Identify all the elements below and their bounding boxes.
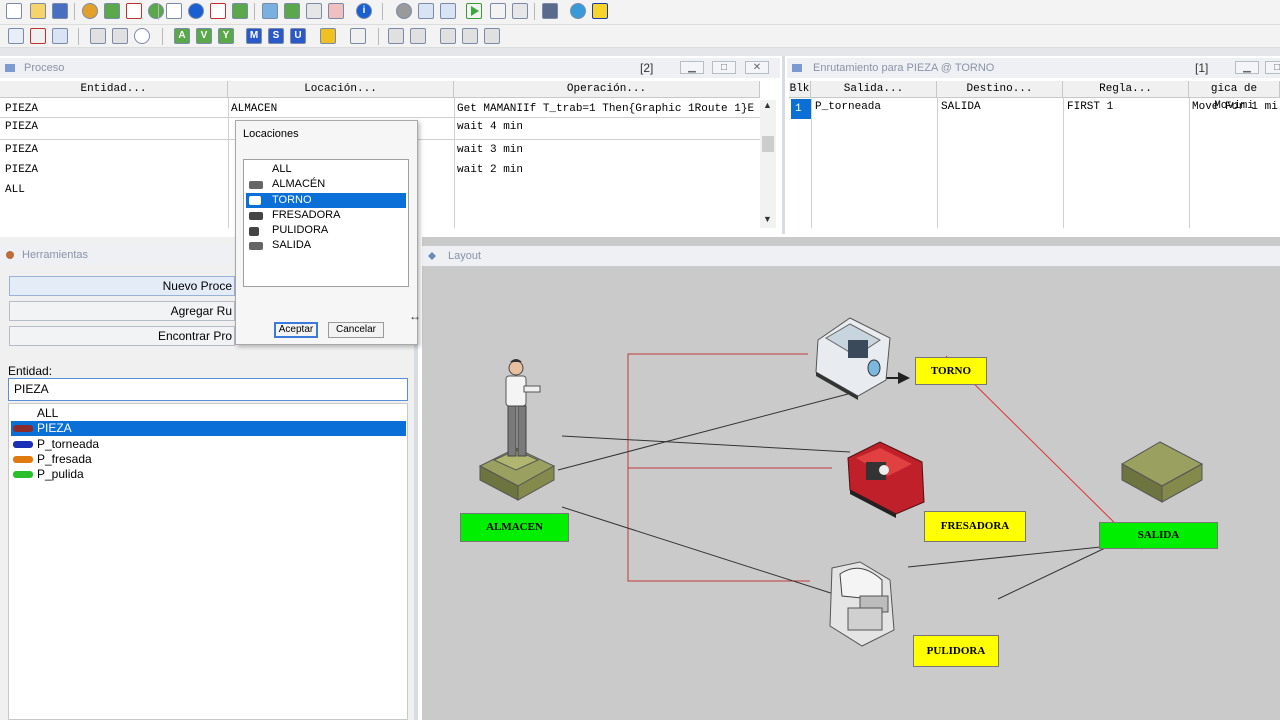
almacen-label[interactable]: ALMACEN [460, 513, 569, 542]
layout-drawing [478, 317, 1204, 647]
location-item-selected[interactable]: TORNO [246, 193, 406, 208]
pulidora-machine-icon[interactable] [829, 561, 895, 647]
location-item-all[interactable]: ALL [272, 162, 292, 177]
torno-label[interactable]: TORNO [915, 357, 987, 385]
almacen-pallet-icon[interactable] [478, 447, 556, 501]
locaciones-dialog[interactable]: Locaciones ALL ALMACÉN TORNO FRESADORA P… [235, 120, 418, 345]
salida-label[interactable]: SALIDA [1099, 522, 1218, 549]
pallet-icon [249, 181, 263, 189]
pallet-icon [249, 242, 263, 250]
locaciones-list[interactable]: ALL ALMACÉN TORNO FRESADORA PULIDORA SAL… [243, 159, 409, 287]
location-item-salida[interactable]: SALIDA [272, 238, 311, 253]
torno-machine-icon[interactable] [815, 317, 891, 400]
fresadora-machine-icon[interactable] [847, 441, 925, 518]
path-line [557, 393, 849, 471]
fresadora-label[interactable]: FRESADORA [924, 511, 1026, 542]
operator-person-icon[interactable] [505, 359, 541, 457]
location-item-fresadora[interactable]: FRESADORA [272, 208, 340, 223]
dialog-title: Locaciones [243, 128, 299, 140]
path-line [561, 506, 841, 597]
location-item-label: TORNO [272, 194, 312, 206]
cancelar-button[interactable]: Cancelar [328, 322, 384, 338]
location-item-almacen[interactable]: ALMACÉN [272, 177, 325, 192]
aceptar-button[interactable]: Aceptar [274, 322, 318, 338]
machine-icon [249, 196, 261, 205]
salida-pallet-icon[interactable] [1120, 441, 1204, 503]
path-line [561, 435, 851, 453]
pulidora-label[interactable]: PULIDORA [913, 635, 999, 667]
machine-icon [249, 227, 259, 236]
machine-icon [249, 212, 263, 220]
resize-cursor-icon: ↔ [409, 309, 421, 323]
location-item-pulidora[interactable]: PULIDORA [272, 223, 328, 238]
